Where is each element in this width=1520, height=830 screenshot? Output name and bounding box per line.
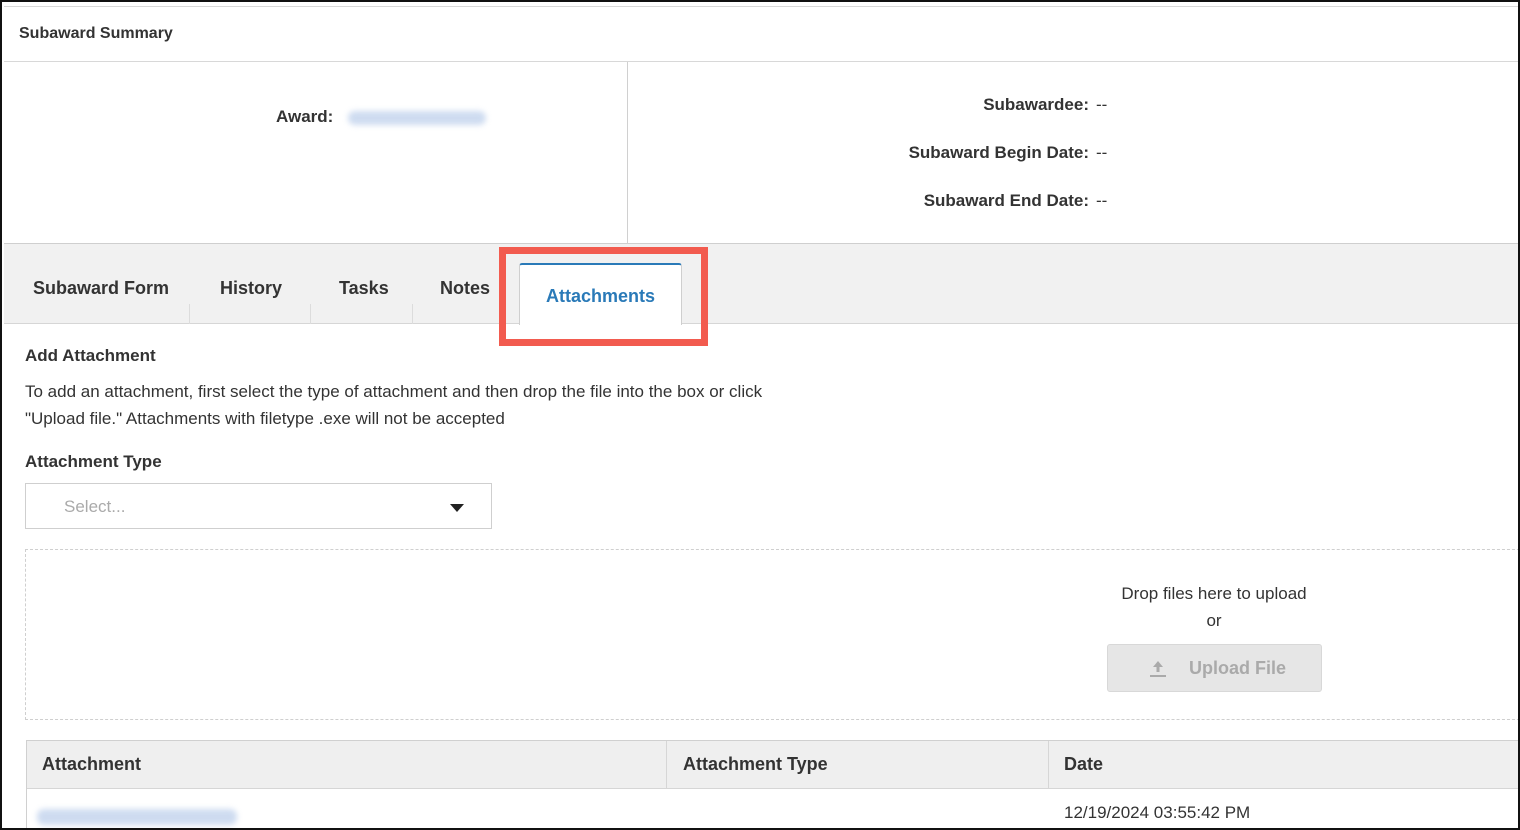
add-attachment-title: Add Attachment (25, 346, 156, 365)
summary-divider (627, 62, 628, 244)
subawardee-label: Subawardee: (983, 95, 1089, 114)
attachment-type-select[interactable]: Select... (25, 483, 492, 529)
summary-title: Subaward Summary (19, 25, 173, 42)
award-value-redacted (348, 111, 486, 125)
date-cell: 12/19/2024 03:55:42 PM (1064, 803, 1251, 822)
tab-history[interactable]: History (220, 278, 282, 299)
table-row: 12/19/2024 03:55:42 PM (27, 789, 1518, 828)
help-line-1: To add an attachment, first select the t… (25, 382, 763, 401)
column-separator (666, 741, 667, 789)
tab-notes[interactable]: Notes (440, 278, 490, 299)
highlight-annotation (499, 247, 708, 346)
page-frame: Subaward Summary Award: Subawardee: -- S… (0, 0, 1520, 830)
award-label: Award: (276, 107, 334, 126)
attachments-table: Attachment Attachment Type Date 12/19/20… (26, 740, 1518, 828)
add-attachment-help: To add an attachment, first select the t… (25, 378, 845, 432)
col-date-header[interactable]: Date (1064, 754, 1103, 775)
end-date-value: -- (1096, 191, 1108, 210)
subawardee-value: -- (1096, 95, 1108, 114)
attachment-link-redacted[interactable] (37, 809, 237, 825)
table-header: Attachment Attachment Type Date (27, 741, 1518, 789)
upload-icon (1150, 661, 1166, 677)
col-attachment-header[interactable]: Attachment (42, 754, 141, 775)
tab-separator (412, 304, 413, 324)
file-dropzone[interactable]: Drop files here to upload or Upload File (25, 549, 1518, 720)
drop-instructions: Drop files here to upload or (1106, 580, 1322, 634)
upload-file-label: Upload File (1189, 658, 1287, 678)
tab-separator (310, 304, 311, 324)
summary-header: Subaward Summary (4, 6, 1518, 62)
col-attachment-type-header[interactable]: Attachment Type (683, 754, 828, 775)
drop-or: or (1206, 611, 1222, 630)
upload-file-button[interactable]: Upload File (1107, 644, 1322, 692)
tab-tasks[interactable]: Tasks (339, 278, 389, 299)
help-line-2: "Upload file." Attachments with filetype… (25, 409, 505, 428)
tab-separator (189, 304, 190, 324)
end-date-label: Subaward End Date: (923, 191, 1089, 210)
summary-body: Award: Subawardee: -- Subaward Begin Dat… (4, 62, 1518, 244)
attachment-type-label: Attachment Type (25, 452, 162, 471)
caret-down-icon (450, 504, 464, 512)
attachment-type-placeholder: Select... (64, 497, 126, 516)
drop-text: Drop files here to upload (1121, 584, 1307, 603)
column-separator (1048, 741, 1049, 789)
begin-date-label: Subaward Begin Date: (908, 143, 1089, 162)
begin-date-value: -- (1096, 143, 1108, 162)
tab-bar: Subaward Form History Tasks Notes Attach… (4, 244, 1518, 325)
tab-subaward-form[interactable]: Subaward Form (33, 278, 169, 299)
